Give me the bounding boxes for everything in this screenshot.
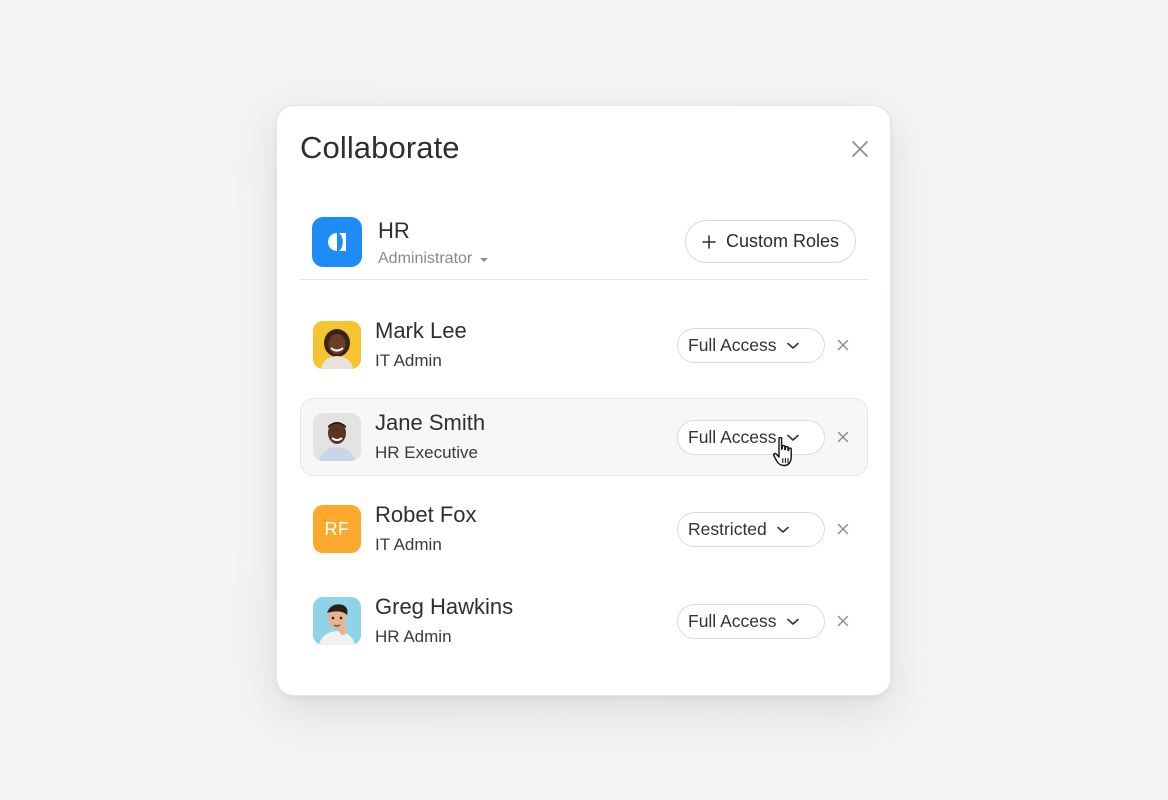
access-label: Restricted bbox=[688, 519, 767, 539]
member-role: HR Admin bbox=[375, 627, 452, 646]
member-role: IT Admin bbox=[375, 351, 442, 370]
chevron-down-icon bbox=[786, 342, 799, 349]
close-button[interactable] bbox=[847, 136, 873, 162]
pointer-hand-icon bbox=[772, 436, 792, 467]
avatar bbox=[313, 597, 361, 645]
remove-icon bbox=[837, 431, 849, 443]
plus-icon bbox=[702, 234, 716, 249]
collaborate-dialog: Collaborate HR Administrator Custom Role… bbox=[276, 105, 891, 696]
org-logo-icon bbox=[328, 233, 346, 251]
access-dropdown[interactable]: Full Access bbox=[677, 604, 825, 639]
custom-roles-button[interactable]: Custom Roles bbox=[685, 220, 856, 263]
member-role: HR Executive bbox=[375, 443, 478, 462]
access-dropdown[interactable]: Full Access bbox=[677, 328, 825, 363]
chevron-down-icon bbox=[776, 526, 789, 533]
avatar bbox=[313, 321, 361, 369]
member-row: Mark Lee IT Admin Full Access bbox=[300, 306, 868, 384]
member-name: Greg Hawkins bbox=[375, 594, 514, 619]
access-dropdown[interactable]: Full Access bbox=[677, 420, 825, 455]
dialog-title: Collaborate bbox=[300, 130, 460, 165]
avatar-photo-man bbox=[313, 413, 361, 461]
member-row: RF Robet Fox IT Admin Restricted bbox=[300, 490, 868, 568]
organization-role-dropdown[interactable]: Administrator bbox=[378, 250, 489, 268]
remove-icon bbox=[837, 615, 849, 627]
organization-role-label: Administrator bbox=[378, 250, 473, 267]
remove-icon bbox=[837, 523, 849, 535]
member-name: Mark Lee bbox=[375, 318, 467, 343]
avatar bbox=[313, 413, 361, 461]
member-row: Greg Hawkins HR Admin Full Access bbox=[300, 582, 868, 660]
avatar-photo-man-thinking bbox=[313, 597, 361, 645]
remove-member-button[interactable] bbox=[833, 335, 853, 355]
remove-icon bbox=[837, 339, 849, 351]
access-label: Full Access bbox=[688, 611, 777, 631]
avatar-photo-woman bbox=[313, 321, 361, 369]
remove-member-button[interactable] bbox=[833, 427, 853, 447]
remove-member-button[interactable] bbox=[833, 519, 853, 539]
remove-member-button[interactable] bbox=[833, 611, 853, 631]
organization-row: HR Administrator Custom Roles bbox=[300, 206, 868, 280]
chevron-down-icon bbox=[786, 618, 799, 625]
caret-down-icon bbox=[480, 258, 489, 262]
organization-name: HR bbox=[378, 218, 410, 243]
custom-roles-label: Custom Roles bbox=[725, 231, 840, 251]
member-name: Robet Fox bbox=[375, 502, 477, 527]
access-label: Full Access bbox=[688, 427, 777, 447]
member-name: Jane Smith bbox=[375, 410, 486, 435]
access-dropdown[interactable]: Restricted bbox=[677, 512, 825, 547]
avatar-initials: RF bbox=[313, 505, 361, 553]
access-label: Full Access bbox=[688, 335, 777, 355]
member-role: IT Admin bbox=[375, 535, 442, 554]
organization-logo bbox=[312, 217, 362, 267]
close-icon bbox=[852, 141, 868, 157]
